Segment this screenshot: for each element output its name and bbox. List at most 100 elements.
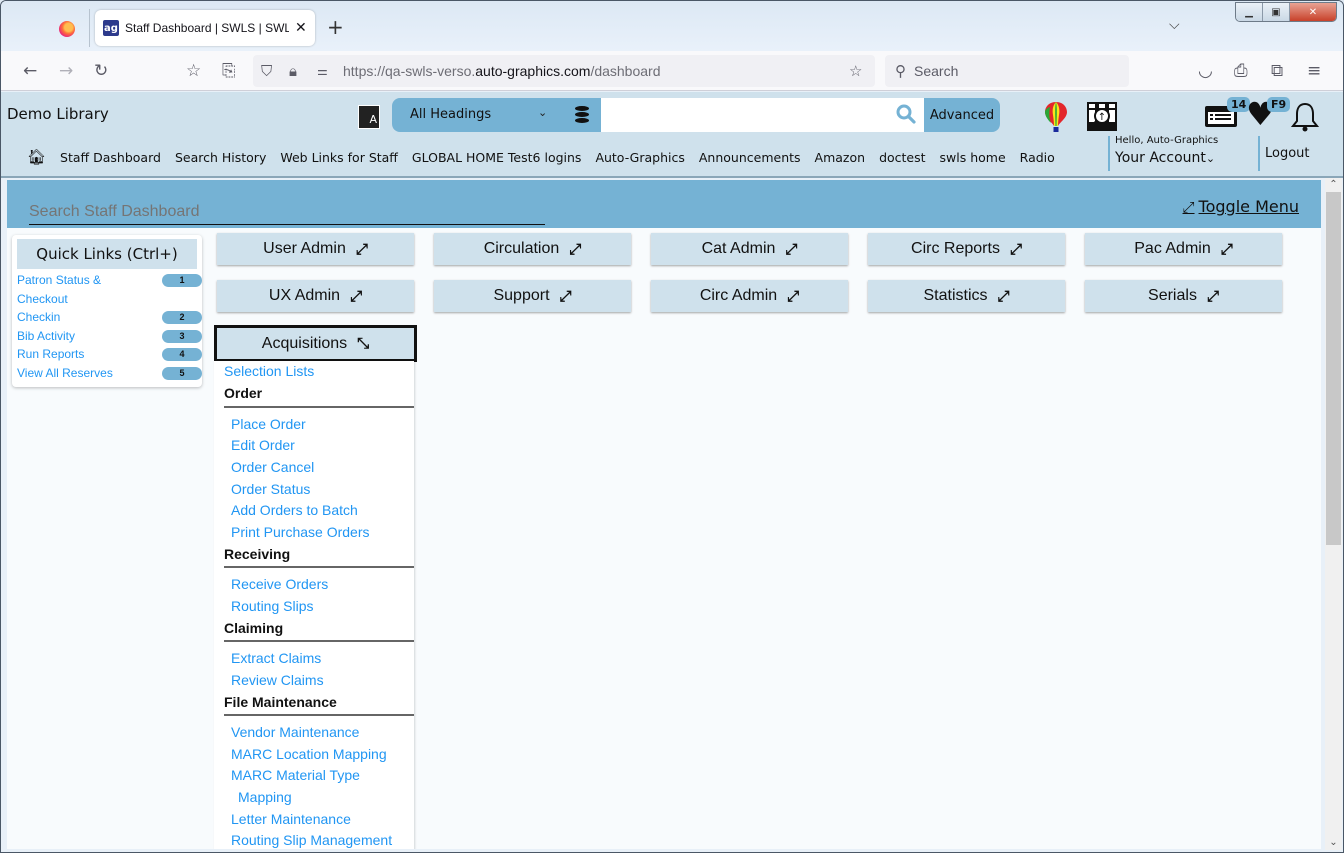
menu-link-place-order[interactable]: Place Order: [231, 416, 306, 432]
menu-link-print-purchase-orders[interactable]: Print Purchase Orders: [231, 524, 370, 540]
quick-link-label: Checkin: [17, 310, 61, 324]
menu-link-add-orders-to-batch[interactable]: Add Orders to Batch: [231, 502, 358, 518]
menu-link-marc-material-type-mapping-cont[interactable]: Mapping: [238, 789, 292, 805]
home-icon[interactable]: 🏠︎: [27, 148, 46, 166]
dashboard-search-bar: ⤢ Toggle Menu: [7, 180, 1321, 228]
module-circ-reports[interactable]: Circ Reports ⤢: [868, 233, 1065, 265]
collapse-icon: ⤡: [357, 335, 370, 352]
hot-air-balloon-icon[interactable]: [1044, 101, 1068, 133]
database-icon[interactable]: [575, 106, 589, 123]
firefox-icon[interactable]: [59, 21, 75, 37]
menu-link-order-status[interactable]: Order Status: [231, 481, 310, 497]
shortcut-key-badge: 1: [162, 274, 202, 287]
extensions-icon[interactable]: ⧉: [1271, 61, 1283, 81]
library-name: Demo Library: [7, 105, 109, 123]
module-acquisitions[interactable]: Acquisitions ⤡: [214, 325, 417, 362]
notifications-bell-icon[interactable]: [1290, 101, 1320, 133]
print-icon[interactable]: ⎙: [1234, 61, 1248, 81]
quick-link-bib-activity[interactable]: Bib Activity 3: [17, 327, 202, 346]
module-serials[interactable]: Serials ⤢: [1085, 280, 1282, 312]
menu-link-order-cancel[interactable]: Order Cancel: [231, 459, 314, 475]
menu-link-extract-claims[interactable]: Extract Claims: [231, 650, 321, 666]
scroll-down-icon[interactable]: ⌄: [1325, 836, 1342, 850]
menu-link-edit-order[interactable]: Edit Order: [231, 437, 295, 453]
chevron-down-icon[interactable]: ⌄: [538, 106, 547, 119]
quick-link-patron-status[interactable]: Patron Status & Checkout 1: [17, 271, 202, 308]
reload-icon[interactable]: ↻: [94, 61, 108, 81]
media-search-icon[interactable]: ↑: [1085, 101, 1119, 133]
nav-link-global-home[interactable]: GLOBAL HOME Test6 logins: [412, 150, 582, 165]
menu-link-receive-orders[interactable]: Receive Orders: [231, 576, 328, 592]
quick-link-run-reports[interactable]: Run Reports 4: [17, 345, 202, 364]
nav-link-swls-home[interactable]: swls home: [940, 150, 1006, 165]
nav-link-amazon[interactable]: Amazon: [815, 150, 866, 165]
forward-icon[interactable]: →: [59, 61, 73, 81]
url-text[interactable]: https://qa-swls-verso.auto-graphics.com/…: [343, 63, 661, 79]
nav-link-announcements[interactable]: Announcements: [699, 150, 801, 165]
module-support[interactable]: Support ⤢: [434, 280, 631, 312]
url-bar[interactable]: ⛉ 🔒︎ ⚌ https://qa-swls-verso.auto-graphi…: [253, 55, 875, 87]
toggle-menu-link[interactable]: ⤢ Toggle Menu: [1183, 197, 1299, 216]
tab-close-icon[interactable]: ✕: [295, 20, 307, 36]
nav-link-staff-dashboard[interactable]: Staff Dashboard: [60, 150, 161, 165]
tab-title: Staff Dashboard | SWLS | SWLS |: [125, 21, 289, 35]
share-icon[interactable]: ⎘: [222, 61, 236, 81]
menu-link-review-claims[interactable]: Review Claims: [231, 672, 324, 688]
browser-tab-active[interactable]: ag Staff Dashboard | SWLS | SWLS | ✕: [95, 10, 315, 46]
expand-icon: ⤢: [787, 287, 800, 305]
search-scope-select[interactable]: All Headings: [410, 107, 491, 122]
nav-link-web-links[interactable]: Web Links for Staff: [280, 150, 398, 165]
module-circulation[interactable]: Circulation ⤢: [434, 233, 631, 265]
tab-separator: [89, 9, 90, 47]
search-icon[interactable]: [896, 104, 916, 124]
back-icon[interactable]: ←: [23, 61, 37, 81]
quick-link-checkin[interactable]: Checkin 2: [17, 308, 202, 327]
advanced-search-button[interactable]: Advanced: [924, 98, 1000, 132]
nav-link-doctest[interactable]: doctest: [879, 150, 925, 165]
module-user-admin[interactable]: User Admin ⤢: [217, 233, 414, 265]
catalog-search-input[interactable]: [601, 98, 924, 132]
module-ux-admin[interactable]: UX Admin ⤢: [217, 280, 414, 312]
minimize-icon[interactable]: ▁: [1236, 3, 1263, 21]
module-cat-admin[interactable]: Cat Admin ⤢: [651, 233, 848, 265]
module-label: Circ Reports: [911, 240, 1000, 257]
menu-icon[interactable]: ≡: [1307, 61, 1321, 81]
browser-search-input[interactable]: ⚲ Search: [885, 55, 1129, 87]
lock-icon[interactable]: 🔒︎: [289, 62, 297, 80]
menu-link-marc-material-type-mapping[interactable]: MARC Material Type: [231, 767, 360, 783]
star-icon[interactable]: ☆: [849, 62, 862, 80]
menu-link-routing-slip-management[interactable]: Routing Slip Management: [231, 832, 392, 848]
page-scrollbar[interactable]: ⌃ ⌄: [1325, 178, 1342, 850]
maximize-icon[interactable]: ▣: [1263, 3, 1290, 21]
menu-link-routing-slips[interactable]: Routing Slips: [231, 598, 314, 614]
your-account-dropdown[interactable]: Your Account⌄: [1115, 150, 1215, 166]
quick-link-view-all-reserves[interactable]: View All Reserves 5: [17, 364, 202, 383]
scroll-thumb[interactable]: [1326, 192, 1341, 545]
menu-link-selection-lists[interactable]: Selection Lists: [224, 363, 314, 379]
menu-link-vendor-maintenance[interactable]: Vendor Maintenance: [231, 724, 359, 740]
account-label: Your Account: [1115, 150, 1206, 166]
expand-icon: ⤢: [785, 240, 798, 258]
nav-link-auto-graphics[interactable]: Auto-Graphics: [595, 150, 684, 165]
bookmark-manager-icon[interactable]: ☆: [186, 61, 201, 81]
list-tabs-chevron-icon[interactable]: ⌵: [1169, 17, 1180, 33]
menu-link-letter-maintenance[interactable]: Letter Maintenance: [231, 811, 351, 827]
shield-icon[interactable]: ⛉: [261, 62, 272, 80]
scroll-up-icon[interactable]: ⌃: [1325, 178, 1342, 192]
module-statistics[interactable]: Statistics ⤢: [868, 280, 1065, 312]
translate-icon[interactable]: A: [358, 105, 380, 129]
menu-link-marc-location-mapping[interactable]: MARC Location Mapping: [231, 746, 387, 762]
permissions-icon[interactable]: ⚌: [317, 64, 328, 78]
window-close-icon[interactable]: ✕: [1290, 3, 1336, 21]
pocket-icon[interactable]: ◡: [1198, 61, 1213, 81]
module-pac-admin[interactable]: Pac Admin ⤢: [1085, 233, 1282, 265]
new-tab-icon[interactable]: +: [327, 15, 344, 39]
nav-link-radio[interactable]: Radio: [1020, 150, 1055, 165]
quick-link-label: Checkout: [17, 291, 68, 306]
module-circ-admin[interactable]: Circ Admin ⤢: [651, 280, 848, 312]
expand-icon: ⤢: [559, 287, 572, 305]
dashboard-search-input[interactable]: [29, 199, 545, 225]
logout-link[interactable]: Logout: [1265, 146, 1310, 161]
quick-link-label: View All Reserves: [17, 365, 113, 380]
nav-link-search-history[interactable]: Search History: [175, 150, 266, 165]
